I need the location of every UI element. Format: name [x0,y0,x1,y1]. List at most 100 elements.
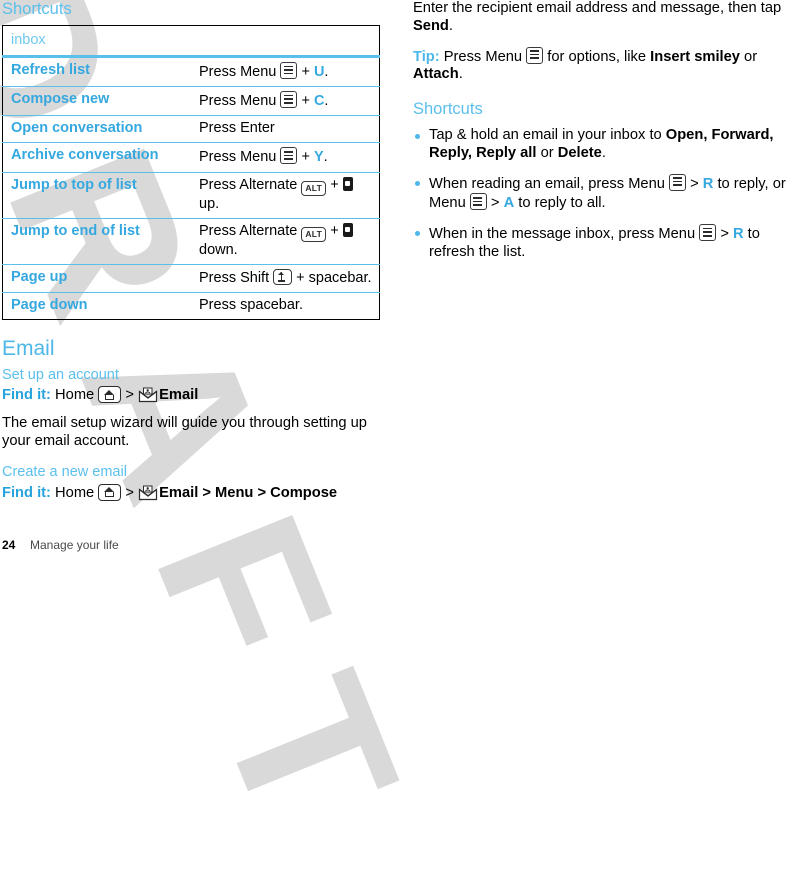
create-email-subheading: Create a new email [2,464,127,481]
bullet1-text3: . [601,144,606,161]
findit-label: Find it: [2,484,51,501]
send-bold-label: Send [413,17,449,34]
email-section-heading: Email [2,336,55,360]
shortcut-text-pre: Press Shift [199,269,270,286]
shortcut-action-label: Compose new [2,86,191,116]
findit-email-label: Email [159,484,199,501]
findit-label: Find it: [2,387,51,404]
attach-bold-label: Attach [413,66,459,83]
shortcut-period: . [324,93,329,110]
shortcut-text-pre: Press Enter [199,120,275,137]
email-setup-body-text: The email setup wizard will guide you th… [2,414,367,449]
shortcut-text-pre: Press Alternate [199,176,298,193]
shortcut-action-label: Page up [2,263,191,293]
compose-intro-paragraph: Enter the recipient email address and me… [413,0,805,36]
footer-section-title: Manage your life [30,538,119,552]
shortcut-text-pre: Press Menu [199,93,277,110]
left-shortcuts-heading: Shortcuts [2,0,72,18]
shortcut-action-label: Jump to top of list [2,171,191,219]
bullet3-text2: > [716,226,733,243]
shortcut-value: Press Menu + C. [191,86,380,116]
findit-menu-label: Menu [215,484,254,501]
shortcut-plus: + [301,149,310,166]
compose-intro-end: . [448,17,454,34]
menu-key-icon [699,224,717,242]
shortcut-letter-key: U [313,64,325,81]
findit-separator-2: > [202,484,211,501]
bullet2-key-r: R [702,175,714,192]
alt-key-icon: ALT [301,180,327,196]
tip-end-text: . [458,66,463,83]
manual-page: Shortcuts inbox Refresh list Press Menu … [0,0,811,558]
shortcut-plus: + [301,64,310,81]
bullet3-text1: When in the message inbox, press Menu [429,226,700,243]
alt-key-icon: ALT [301,226,327,242]
findit-separator-3: > [257,484,267,501]
shift-key-icon [273,268,293,285]
home-key-icon [98,386,122,404]
tip-or-text: or [739,48,758,65]
shortcut-value: Press Menu + Y. [191,142,380,173]
findit-home-label: Home [55,387,95,404]
shortcut-letter-key: Y [313,149,324,166]
home-key-icon [98,483,122,501]
shortcut-plus: + [296,269,305,286]
table-row: Archive conversation Press Menu + Y. [2,142,380,173]
shortcut-value: Press Shift + spacebar. [191,263,380,293]
bullet2-text1: When reading an email, press Menu [429,175,670,192]
table-row: Page up Press Shift + spacebar. [2,263,380,293]
shortcut-text-pre: Press Menu [199,149,277,166]
bullet2-text5: to reply to all. [514,195,606,212]
menu-key-icon [469,193,487,211]
page-footer: 24 Manage your life [2,538,119,552]
shortcut-action-label: Open conversation [2,115,191,143]
findit-setup-account: Find it: Home > Email [2,386,398,404]
shortcut-value: Press Alternate ALT + up. [191,171,380,219]
shortcut-value: Press spacebar. [191,291,380,320]
menu-key-icon [280,62,298,80]
findit-home-label: Home [55,484,95,501]
findit-create-email: Find it: Home > Email > Menu > Compose [2,483,398,502]
shortcut-value: Press Alternate ALT + down. [191,217,380,265]
bullet3-key-r: R [732,226,744,243]
table-row: Compose new Press Menu + C. [2,86,380,116]
findit-compose-label: Compose [270,484,338,501]
shortcut-spacebar: spacebar. [308,269,372,286]
bullet2-text4: > [486,195,504,212]
shortcut-action-label: Archive conversation [2,142,191,173]
shortcut-value: Press Menu + U. [191,56,380,87]
tip-paragraph: Tip: Press Menu for options, like Insert… [413,46,805,85]
table-row: Open conversation Press Enter [2,115,380,143]
nav-key-icon [342,176,353,191]
bullet1-bold2: Delete [557,144,602,161]
shortcut-period: . [324,64,329,81]
shortcut-direction: down. [199,241,238,258]
shortcut-plus: + [330,222,339,239]
left-column: Shortcuts inbox Refresh list Press Menu … [2,0,398,512]
tip-mid-text: for options, like [543,48,651,65]
shortcut-plus: + [330,176,339,193]
bullet1-text2: or [536,144,558,161]
bullet2-key-a: A [503,195,515,212]
findit-separator: > [125,484,134,501]
list-item: When reading an email, press Menu > R to… [413,173,805,214]
shortcut-plus: + [301,93,310,110]
tip-label: Tip: [413,48,440,65]
menu-key-icon [280,147,298,165]
shortcut-period: . [323,149,328,166]
shortcut-text-pre: Press Menu [199,64,277,81]
inbox-shortcuts-table: inbox Refresh list Press Menu + U. Compo… [2,24,380,320]
shortcut-text-pre: Press spacebar. [199,296,303,313]
table-header-row: inbox [2,25,380,59]
shortcut-letter-key: C [313,93,325,110]
menu-key-icon [669,173,687,191]
email-envelope-icon [138,485,158,501]
right-column: Enter the recipient email address and me… [413,0,805,273]
findit-email-label: Email [159,387,199,404]
menu-key-icon [280,91,298,109]
tip-pre-text: Press Menu [439,48,527,65]
shortcut-action-label: Page down [2,291,191,320]
insert-smiley-bold-label: Insert smiley [650,48,740,65]
setup-account-subheading: Set up an account [2,367,119,384]
right-shortcuts-heading: Shortcuts [413,100,483,119]
